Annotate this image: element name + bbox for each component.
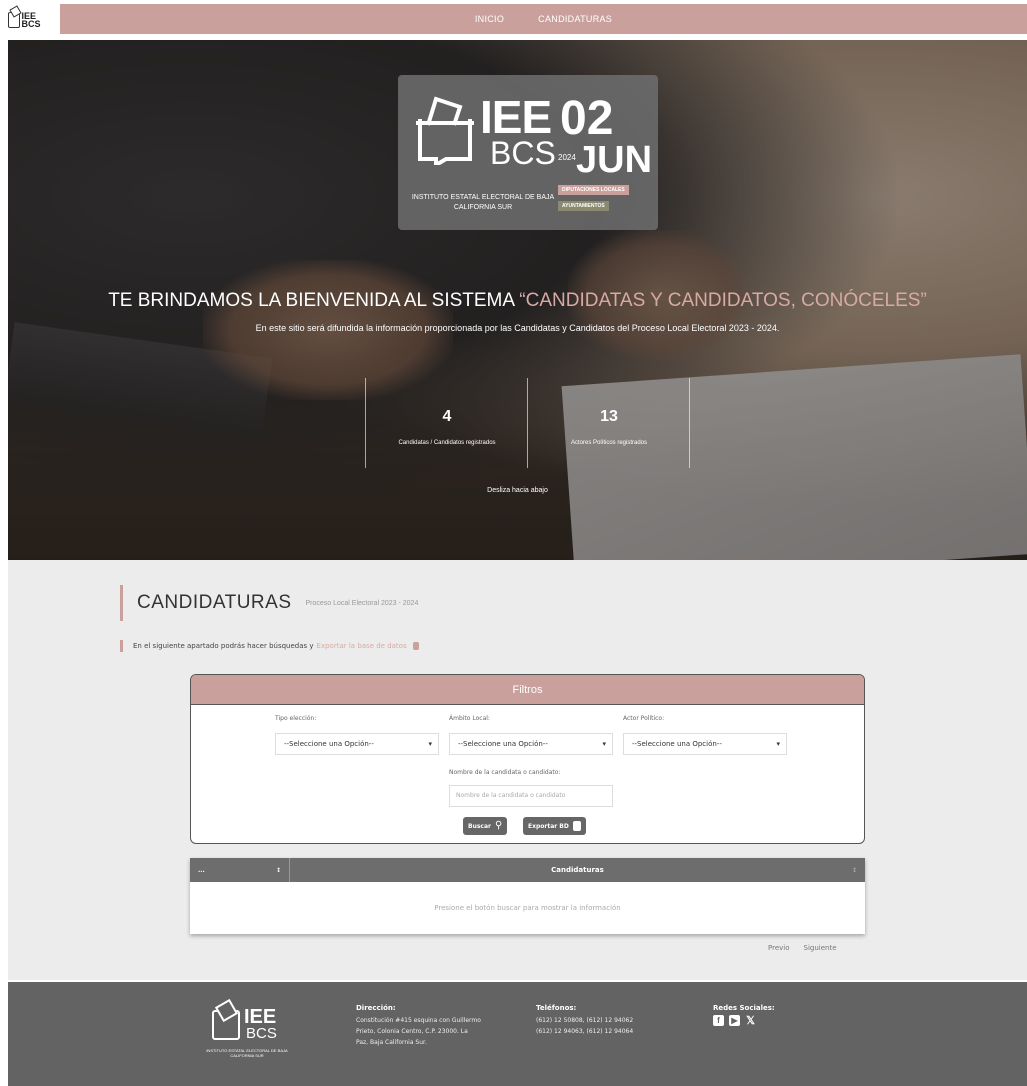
youtube-icon[interactable]: ▶	[729, 1015, 740, 1026]
actor-politico-value: --Seleccione una Opción--	[632, 740, 722, 748]
table-col-candidaturas[interactable]: Candidaturas ↕	[290, 858, 865, 882]
stat-candidates-value: 4	[442, 408, 452, 425]
address-line: Paz, Baja California Sur.	[356, 1039, 427, 1046]
logo-text: IEE BCS	[21, 11, 41, 29]
brand-iee: IEE	[480, 91, 552, 143]
stats-panel: 4 Candidatas / Candidatos registrados 13…	[365, 378, 690, 468]
candidaturas-section: CANDIDATURAS Proceso Local Electoral 202…	[8, 560, 1027, 980]
top-bar: IEE BCS INICIO CANDIDATURAS	[0, 0, 1027, 38]
welcome-subtitle: En este sitio será difundida la informac…	[255, 323, 780, 333]
facebook-icon[interactable]: f	[713, 1015, 724, 1026]
export-bd-button[interactable]: Exportar BD	[523, 817, 586, 835]
phones-line: (612) 12 94063, (612) 12 94064	[536, 1028, 634, 1035]
candidate-name-label: Nombre de la candidata o candidato:	[449, 769, 561, 776]
election-brand-card: IEE BCS 02 2024 JUN INSTITUTO ESTATAL EL…	[398, 75, 658, 230]
filters-header: Filtros	[191, 675, 864, 705]
ambito-local-value: --Seleccione una Opción--	[458, 740, 548, 748]
section-intro: En el siguiente apartado podrás hacer bú…	[120, 640, 419, 652]
footer-logo-iee: IEE	[244, 1006, 277, 1028]
candidaturas-table: ... ↕ Candidaturas ↕ Presione el botón b…	[190, 858, 865, 934]
ambito-local-label: Ámbito Local:	[449, 715, 490, 722]
search-icon: ⚲	[494, 820, 503, 831]
institute-name: INSTITUTO ESTATAL ELECTORAL DE BAJA CALI…	[411, 194, 555, 211]
footer-logo: IEE BCS INSTITUTO ESTATAL ELECTORAL DE B…	[206, 998, 288, 1070]
tipo-eleccion-value: --Seleccione una Opción--	[284, 740, 374, 748]
database-icon	[572, 821, 581, 831]
address-line: Constitución #415 esquina con Guillermo	[356, 1017, 481, 1024]
iee-logo[interactable]: IEE BCS	[8, 8, 50, 32]
database-icon	[412, 642, 419, 650]
filters-panel: Filtros Tipo elección: --Seleccione una …	[190, 674, 865, 844]
table-col-1[interactable]: ... ↕	[190, 858, 290, 882]
sort-icon: ↕	[275, 866, 281, 874]
hero-banner: IEE BCS 02 2024 JUN INSTITUTO ESTATAL EL…	[8, 40, 1027, 560]
brand-bcs: BCS	[490, 135, 556, 171]
table-col-1-label: ...	[198, 866, 205, 874]
table-col-2-label: Candidaturas	[551, 866, 604, 874]
actor-politico-label: Actor Político:	[623, 715, 665, 722]
stats-divider	[689, 378, 690, 468]
search-button-label: Buscar	[468, 822, 491, 830]
welcome-title: TE BRINDAMOS LA BIENVENIDA AL SISTEMA “C…	[8, 290, 1027, 312]
ambito-local-select[interactable]: --Seleccione una Opción-- ▾	[449, 733, 613, 755]
section-heading: CANDIDATURAS Proceso Local Electoral 202…	[120, 585, 418, 621]
export-database-link[interactable]: Exportar la base de datos	[317, 642, 407, 650]
welcome-title-accent: “CANDIDATAS Y CANDIDATOS, CONÓCELES”	[519, 290, 927, 311]
section-title: CANDIDATURAS	[137, 592, 292, 613]
phones-line: (612) 12 50808, (612) 12 94062	[536, 1017, 634, 1024]
stat-actors-value: 13	[600, 408, 618, 425]
search-button[interactable]: Buscar ⚲	[463, 817, 508, 835]
intro-text: En el siguiente apartado podrás hacer bú…	[133, 642, 314, 650]
footer-phones: Teléfonos: (612) 12 50808, (612) 12 9406…	[536, 1004, 633, 1037]
stat-actors: 13 Actores Políticos registrados	[527, 378, 689, 468]
stat-candidates-label: Candidatas / Candidatos registrados	[398, 440, 496, 446]
tipo-eleccion-label: Tipo elección:	[275, 715, 317, 722]
table-empty-message: Presione el botón buscar para mostrar la…	[434, 904, 621, 912]
pagination-next[interactable]: Siguiente	[804, 944, 837, 952]
actor-politico-select[interactable]: --Seleccione una Opción-- ▾	[623, 733, 787, 755]
footer: IEE BCS INSTITUTO ESTATAL ELECTORAL DE B…	[8, 982, 1027, 1086]
pagination: Previo Siguiente	[768, 944, 837, 952]
footer-logo-institute: INSTITUTO ESTATAL ELECTORAL DE BAJA CALI…	[206, 1048, 288, 1058]
address-line: Prieto, Colonia Centro, C.P. 23000. La	[356, 1028, 468, 1035]
welcome-title-main: TE BRINDAMOS LA BIENVENIDA AL SISTEMA	[108, 290, 520, 311]
x-icon[interactable]: 𝕏	[745, 1015, 756, 1027]
footer-social: Redes Sociales: f ▶ 𝕏	[713, 1004, 775, 1027]
chevron-down-icon: ▾	[428, 740, 432, 748]
candidate-name-input[interactable]: Nombre de la candidata o candidato	[449, 785, 613, 807]
social-title: Redes Sociales:	[713, 1004, 775, 1012]
election-year: 2024	[558, 153, 576, 162]
main-nav: INICIO CANDIDATURAS	[60, 4, 1027, 34]
address-title: Dirección:	[356, 1004, 396, 1012]
tag-diputaciones: DIPUTACIONES LOCALES	[558, 185, 629, 195]
ballot-box-icon	[212, 1010, 240, 1040]
sort-icon: ↕	[851, 866, 857, 874]
election-day: 02	[560, 92, 614, 145]
tag-ayuntamientos: AYUNTAMIENTOS	[558, 201, 609, 211]
pagination-previous[interactable]: Previo	[768, 944, 790, 952]
election-month: JUN	[576, 139, 653, 181]
social-icons: f ▶ 𝕏	[713, 1015, 775, 1027]
tipo-eleccion-select[interactable]: --Seleccione una Opción-- ▾	[275, 733, 439, 755]
ballot-box-icon	[8, 12, 20, 28]
chevron-down-icon: ▾	[602, 740, 606, 748]
chevron-down-icon: ▾	[776, 740, 780, 748]
footer-logo-bcs: BCS	[246, 1025, 277, 1042]
nav-item-inicio[interactable]: INICIO	[475, 14, 504, 24]
footer-address: Dirección: Constitución #415 esquina con…	[356, 1004, 481, 1048]
nav-item-candidaturas[interactable]: CANDIDATURAS	[538, 14, 612, 24]
stat-actors-label: Actores Políticos registrados	[570, 440, 648, 446]
phones-title: Teléfonos:	[536, 1004, 577, 1012]
export-bd-button-label: Exportar BD	[528, 822, 569, 830]
scroll-hint[interactable]: Desliza hacia abajo	[8, 487, 1027, 494]
table-header: ... ↕ Candidaturas ↕	[190, 858, 865, 882]
ballot-box-icon	[416, 96, 474, 165]
section-subtitle: Proceso Local Electoral 2023 - 2024	[305, 599, 419, 607]
stat-candidates: 4 Candidatas / Candidatos registrados	[365, 378, 527, 468]
